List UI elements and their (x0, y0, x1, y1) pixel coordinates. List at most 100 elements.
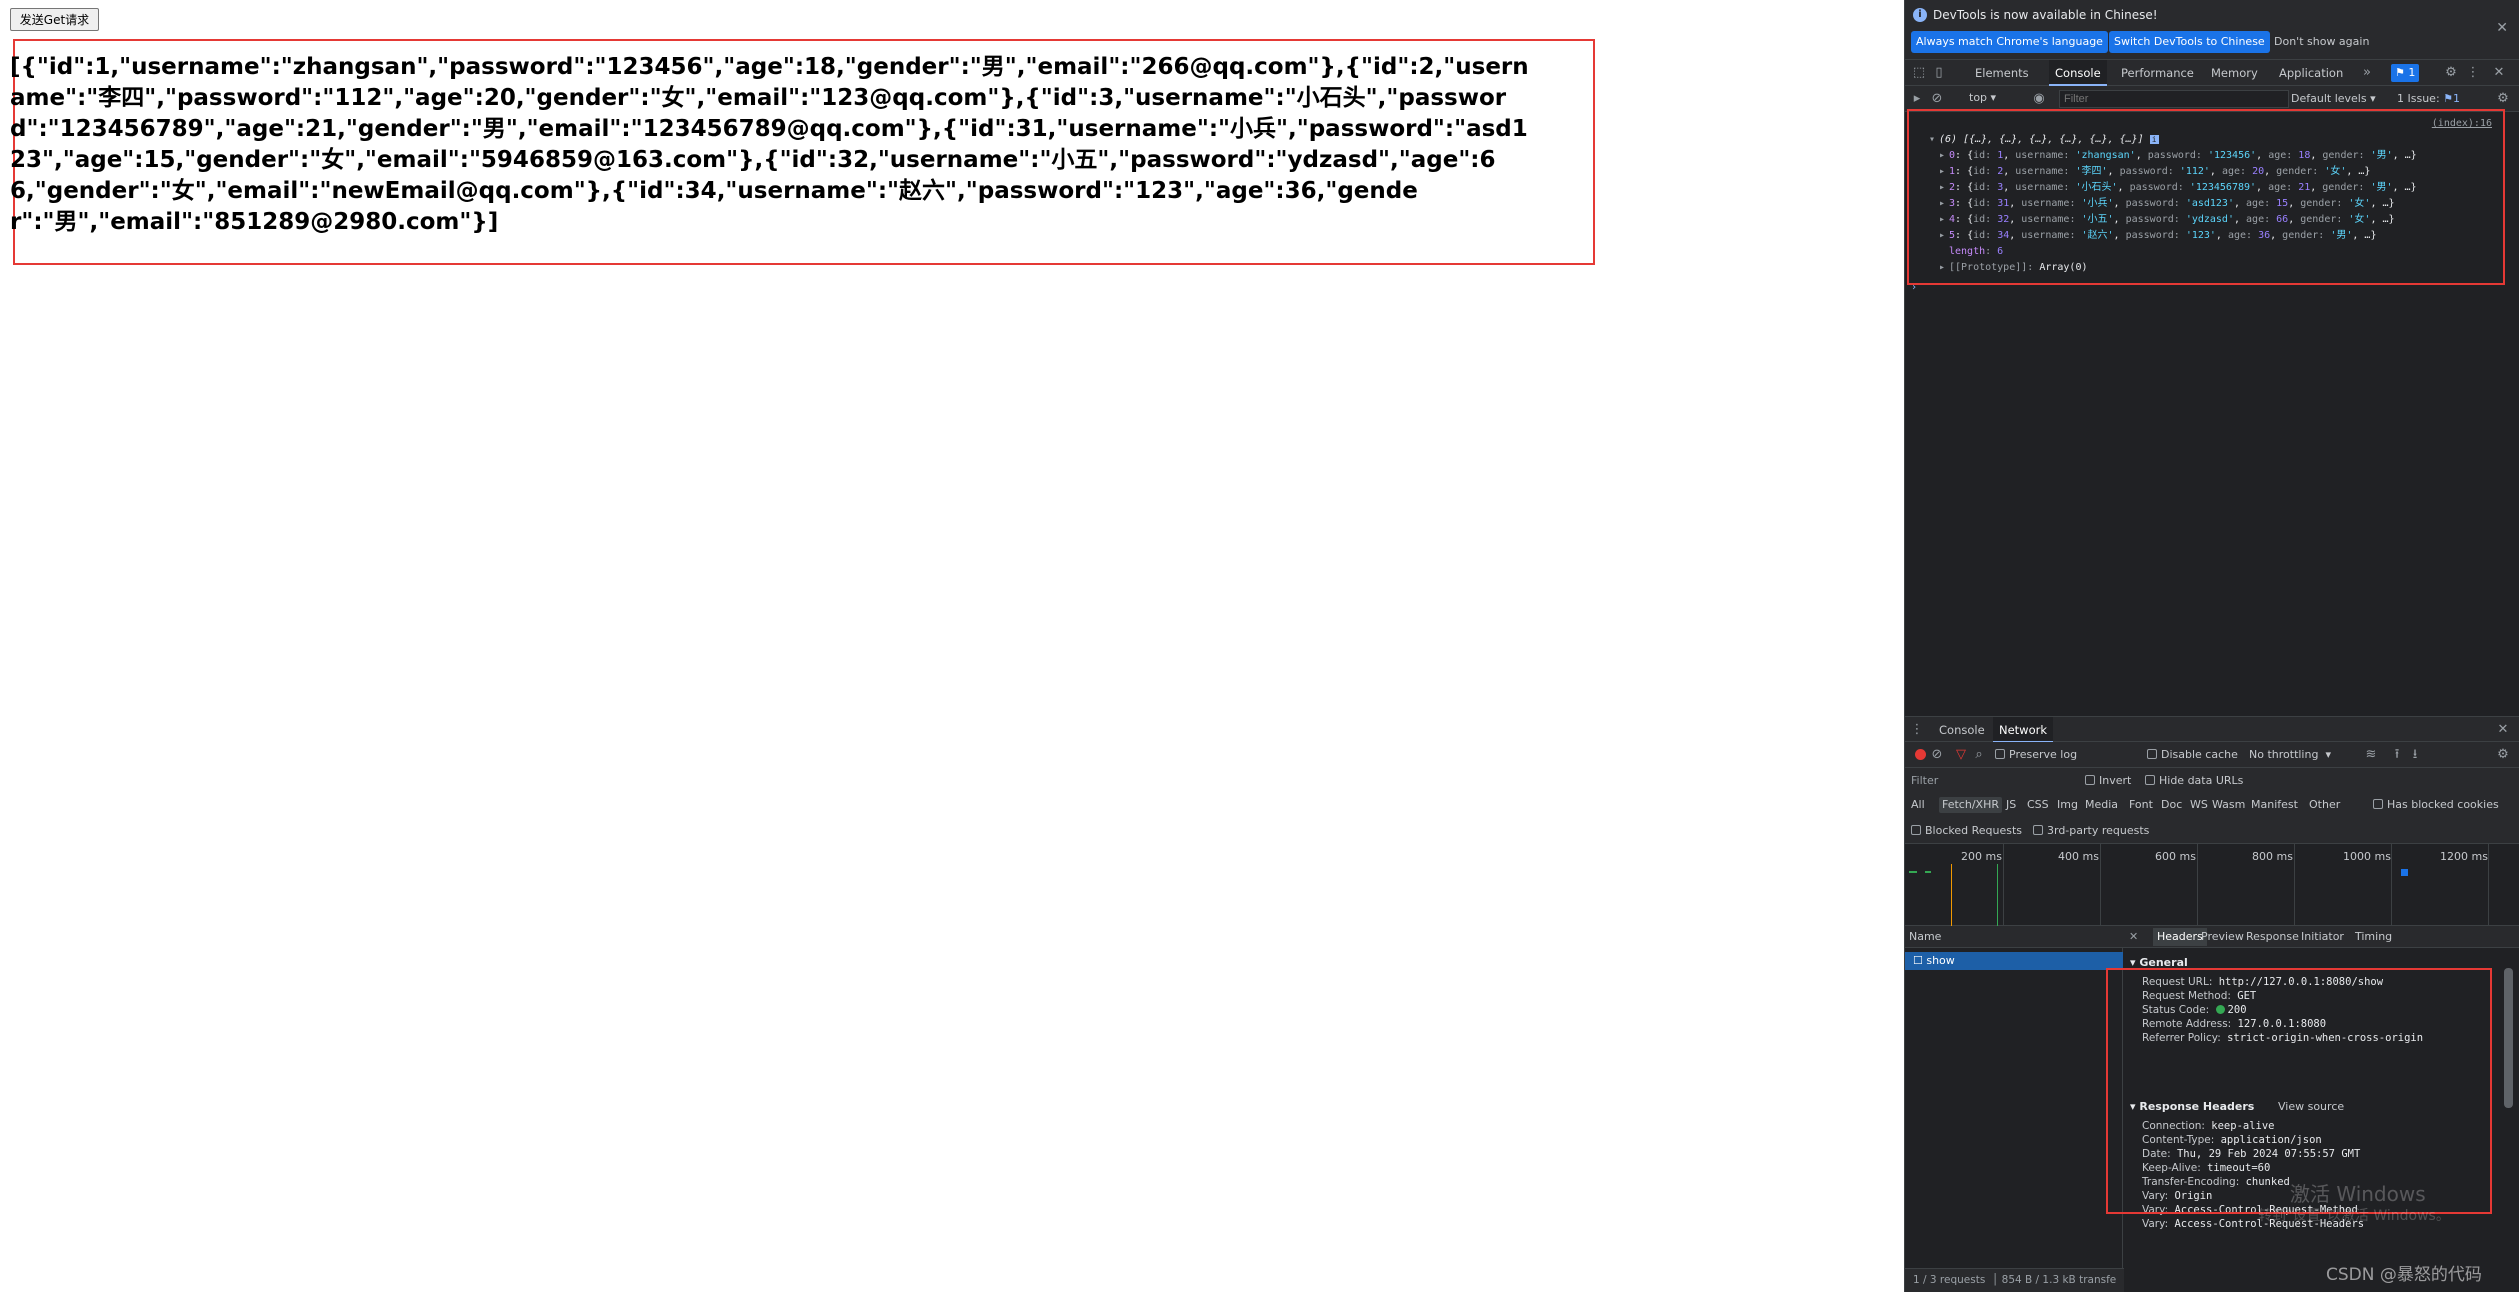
send-get-request-button[interactable]: 发送Get请求 (10, 8, 99, 31)
more-tabs-icon[interactable]: » (2359, 65, 2375, 81)
close-devtools-icon[interactable]: ✕ (2491, 65, 2507, 81)
upload-icon[interactable]: ⭱ (2389, 747, 2405, 763)
log-levels-select[interactable]: Default levels ▾ (2291, 92, 2376, 105)
type-font[interactable]: Font (2129, 798, 2153, 811)
detail-tab-preview[interactable]: Preview (2201, 930, 2244, 943)
drawer-menu-icon[interactable]: ⋮ (1909, 722, 1925, 738)
headers-scrollbar[interactable] (2504, 968, 2513, 1108)
issues-badge[interactable]: ⚑ 1 (2391, 64, 2420, 82)
device-toolbar-icon[interactable]: ▯ (1931, 65, 1947, 81)
type-js[interactable]: JS (2006, 798, 2016, 811)
wifi-icon[interactable]: ≋ (2363, 747, 2379, 763)
drawer-tab-network[interactable]: Network (1993, 717, 2054, 743)
clear-network-icon[interactable]: ⊘ (1929, 747, 1945, 763)
type-doc[interactable]: Doc (2161, 798, 2182, 811)
tick-400: 400 ms (2058, 850, 2099, 863)
devtools-tabbar: ⬚ ▯ Elements Console Performance Memory … (1905, 60, 2519, 86)
eye-icon[interactable]: ◉ (2031, 91, 2047, 107)
clear-console-icon[interactable]: ⊘ (1929, 91, 1945, 107)
info-icon: i (1913, 8, 1927, 22)
download-icon[interactable]: ⭳ (2407, 747, 2423, 763)
network-settings-icon[interactable]: ⚙ (2495, 747, 2511, 763)
inspect-icon[interactable]: ⬚ (1911, 65, 1927, 81)
close-drawer-icon[interactable]: ✕ (2495, 722, 2511, 738)
network-filter-input[interactable]: Filter (1911, 774, 1938, 787)
resource-type-filters: All Fetch/XHR JS CSS Img Media Font Doc … (1905, 792, 2519, 818)
detail-tab-response[interactable]: Response (2246, 930, 2299, 943)
disable-cache-label: Disable cache (2161, 748, 2238, 761)
context-select[interactable]: top ▾ (1969, 91, 1996, 104)
search-icon[interactable]: ⌕ (1971, 747, 1987, 763)
kebab-menu-icon[interactable]: ⋮ (2465, 65, 2481, 81)
windows-watermark-subtitle: 转到"设置"以激活 Windows。 (2258, 1208, 2450, 1224)
blocked-requests-label: Blocked Requests (1925, 824, 2023, 837)
third-party-label: 3rd-party requests (2047, 824, 2150, 837)
type-other[interactable]: Other (2309, 798, 2340, 811)
has-blocked-cookies-checkbox[interactable]: Has blocked cookies (2373, 798, 2499, 811)
tick-600: 600 ms (2155, 850, 2196, 863)
type-ws[interactable]: WS (2190, 798, 2208, 811)
close-icon[interactable]: ✕ (2496, 20, 2508, 36)
footer-status: 1 / 3 requests │ 854 B / 1.3 kB transfe (1913, 1274, 2117, 1286)
infobar-message: DevTools is now available in Chinese! (1933, 8, 2158, 22)
switch-to-chinese-button[interactable]: Switch DevTools to Chinese (2109, 31, 2270, 53)
context-label: top (1969, 91, 1988, 104)
record-icon[interactable] (1915, 749, 1926, 760)
tab-memory[interactable]: Memory (2205, 60, 2264, 86)
invert-checkbox[interactable]: Invert (2085, 774, 2131, 787)
network-timeline[interactable]: 200 ms 400 ms 600 ms 800 ms 1000 ms 1200… (1905, 844, 2519, 926)
console-filter-input[interactable] (2059, 90, 2289, 108)
type-all[interactable]: All (1911, 798, 1925, 811)
gear-icon[interactable]: ⚙ (2443, 65, 2459, 81)
sidebar-toggle-icon[interactable]: ▸ (1909, 91, 1925, 107)
drawer-tabbar: ⋮ Console Network ✕ (1905, 716, 2519, 743)
disable-cache-checkbox[interactable]: Disable cache (2147, 748, 2238, 761)
type-css[interactable]: CSS (2027, 798, 2049, 811)
dont-show-again-button[interactable]: Don't show again (2269, 31, 2374, 53)
tab-elements[interactable]: Elements (1969, 60, 2035, 86)
request-row[interactable]: ☐ show (1905, 952, 2123, 970)
type-wasm[interactable]: Wasm (2212, 798, 2245, 811)
request-table-header: Name ✕ Headers Preview Response Initiato… (1905, 926, 2519, 948)
detail-tab-timing[interactable]: Timing (2355, 930, 2392, 943)
type-manifest[interactable]: Manifest (2251, 798, 2298, 811)
issues-count: 1 (2408, 66, 2416, 79)
tick-800: 800 ms (2252, 850, 2293, 863)
type-fetch-xhr[interactable]: Fetch/XHR (1939, 797, 2002, 813)
hide-data-urls-label: Hide data URLs (2159, 774, 2244, 787)
network-extra-filters: Blocked Requests 3rd-party requests (1905, 818, 2519, 844)
tab-performance[interactable]: Performance (2115, 60, 2200, 86)
tab-application[interactable]: Application (2273, 60, 2349, 86)
footer-requests: 1 / 3 requests (1913, 1274, 1986, 1286)
footer-size: 854 B / 1.3 kB transfe (2001, 1274, 2117, 1286)
console-issues-label: 1 Issue: (2397, 92, 2440, 105)
detail-tab-initiator[interactable]: Initiator (2301, 930, 2344, 943)
network-filter-row: Filter Invert Hide data URLs (1905, 768, 2519, 792)
request-name: show (1926, 954, 1955, 967)
filter-icon[interactable]: ▽ (1953, 747, 1969, 763)
type-media[interactable]: Media (2085, 798, 2118, 811)
blocked-requests-checkbox[interactable]: Blocked Requests (1911, 824, 2022, 837)
detail-tab-headers[interactable]: Headers (2153, 928, 2207, 946)
third-party-checkbox[interactable]: 3rd-party requests (2033, 824, 2149, 837)
throttling-select[interactable]: No throttling ▾ (2249, 748, 2331, 761)
invert-label: Invert (2099, 774, 2132, 787)
screen: 发送Get请求 [{"id":1,"username":"zhangsan","… (0, 0, 2519, 1292)
console-settings-icon[interactable]: ⚙ (2495, 91, 2511, 107)
drawer-tab-console[interactable]: Console (1933, 717, 1991, 743)
network-toolbar: ⊘ ▽ ⌕ Preserve log Disable cache No thro… (1905, 742, 2519, 768)
preserve-log-checkbox[interactable]: Preserve log (1995, 748, 2077, 761)
web-page: 发送Get请求 [{"id":1,"username":"zhangsan","… (0, 0, 1904, 1292)
response-json-text: [{"id":1,"username":"zhangsan","password… (10, 54, 1529, 235)
hide-data-urls-checkbox[interactable]: Hide data URLs (2145, 774, 2243, 787)
always-match-language-button[interactable]: Always match Chrome's language (1911, 31, 2108, 53)
console-issues[interactable]: 1 Issue: ⚑1 (2397, 92, 2460, 105)
language-infobar: i DevTools is now available in Chinese! … (1905, 0, 2519, 60)
tab-console[interactable]: Console (2049, 60, 2107, 86)
network-footer: 1 / 3 requests │ 854 B / 1.3 kB transfe (1905, 1268, 2124, 1292)
name-column-header[interactable]: Name (1909, 930, 1941, 943)
close-details-icon[interactable]: ✕ (2129, 930, 2138, 943)
type-img[interactable]: Img (2057, 798, 2078, 811)
csdn-watermark: CSDN @暴怒的代码 (2326, 1265, 2482, 1285)
tick-200: 200 ms (1961, 850, 2002, 863)
